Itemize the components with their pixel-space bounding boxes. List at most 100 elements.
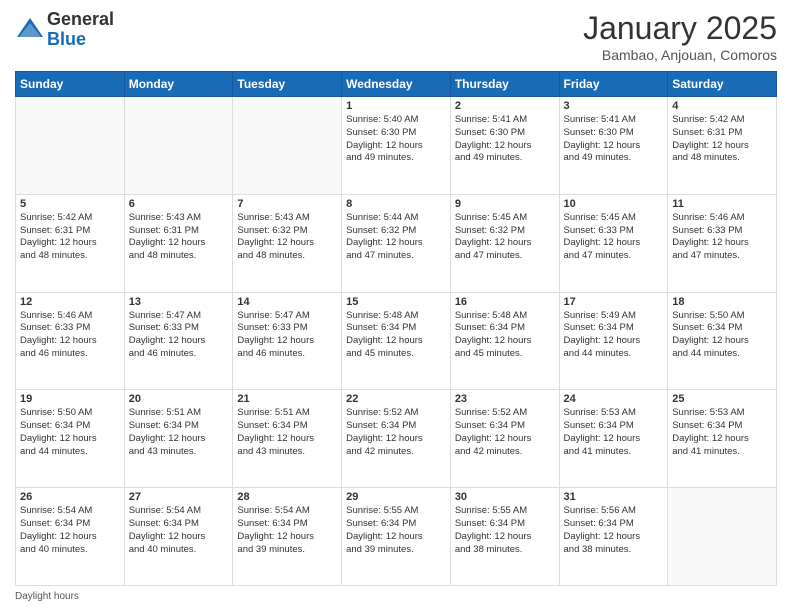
cell-w3-d6: 18 Sunrise: 5:50 AMSunset: 6:34 PMDayligh…: [668, 292, 777, 390]
day-info-8: Sunrise: 5:44 AMSunset: 6:32 PMDaylight:…: [346, 212, 446, 263]
cell-w5-d6: [668, 488, 777, 586]
day-info-13: Sunrise: 5:47 AMSunset: 6:33 PMDaylight:…: [129, 310, 229, 361]
col-friday: Friday: [559, 72, 668, 97]
cell-w2-d3: 8 Sunrise: 5:44 AMSunset: 6:32 PMDaylight…: [342, 194, 451, 292]
day-number-6: 6: [129, 198, 229, 210]
day-info-1: Sunrise: 5:40 AMSunset: 6:30 PMDaylight:…: [346, 114, 446, 165]
col-tuesday: Tuesday: [233, 72, 342, 97]
day-info-5: Sunrise: 5:42 AMSunset: 6:31 PMDaylight:…: [20, 212, 120, 263]
week-row-2: 5 Sunrise: 5:42 AMSunset: 6:31 PMDaylight…: [16, 194, 777, 292]
day-info-24: Sunrise: 5:53 AMSunset: 6:34 PMDaylight:…: [564, 407, 664, 458]
day-number-18: 18: [672, 296, 772, 308]
col-sunday: Sunday: [16, 72, 125, 97]
week-row-1: 1 Sunrise: 5:40 AMSunset: 6:30 PMDaylight…: [16, 97, 777, 195]
day-info-21: Sunrise: 5:51 AMSunset: 6:34 PMDaylight:…: [237, 407, 337, 458]
day-number-24: 24: [564, 393, 664, 405]
day-info-6: Sunrise: 5:43 AMSunset: 6:31 PMDaylight:…: [129, 212, 229, 263]
day-number-10: 10: [564, 198, 664, 210]
day-number-27: 27: [129, 491, 229, 503]
cell-w5-d4: 30Sunrise: 5:55 AMSunset: 6:34 PMDayligh…: [450, 488, 559, 586]
page: General Blue January 2025 Bambao, Anjoua…: [0, 0, 792, 612]
cell-w3-d4: 16Sunrise: 5:48 AMSunset: 6:34 PMDayligh…: [450, 292, 559, 390]
day-number-14: 14: [237, 296, 337, 308]
cell-w2-d6: 11 Sunrise: 5:46 AMSunset: 6:33 PMDayligh…: [668, 194, 777, 292]
logo: General Blue: [15, 10, 114, 50]
header: General Blue January 2025 Bambao, Anjoua…: [15, 10, 777, 63]
cell-w5-d2: 28 Sunrise: 5:54 AMSunset: 6:34 PMDayligh…: [233, 488, 342, 586]
day-info-2: Sunrise: 5:41 AMSunset: 6:30 PMDaylight:…: [455, 114, 555, 165]
col-wednesday: Wednesday: [342, 72, 451, 97]
cell-w4-d1: 20 Sunrise: 5:51 AMSunset: 6:34 PMDayligh…: [124, 390, 233, 488]
cell-w1-d1: [124, 97, 233, 195]
day-number-3: 3: [564, 100, 664, 112]
day-info-20: Sunrise: 5:51 AMSunset: 6:34 PMDaylight:…: [129, 407, 229, 458]
footer: Daylight hours: [15, 591, 777, 602]
cell-w2-d1: 6 Sunrise: 5:43 AMSunset: 6:31 PMDaylight…: [124, 194, 233, 292]
day-number-15: 15: [346, 296, 446, 308]
cell-w4-d3: 22 Sunrise: 5:52 AMSunset: 6:34 PMDayligh…: [342, 390, 451, 488]
cell-w2-d5: 10 Sunrise: 5:45 AMSunset: 6:33 PMDayligh…: [559, 194, 668, 292]
day-number-20: 20: [129, 393, 229, 405]
cell-w4-d0: 19 Sunrise: 5:50 AMSunset: 6:34 PMDayligh…: [16, 390, 125, 488]
day-info-23: Sunrise: 5:52 AMSunset: 6:34 PMDaylight:…: [455, 407, 555, 458]
day-number-19: 19: [20, 393, 120, 405]
day-number-9: 9: [455, 198, 555, 210]
day-info-12: Sunrise: 5:46 AMSunset: 6:33 PMDaylight:…: [20, 310, 120, 361]
day-number-5: 5: [20, 198, 120, 210]
day-number-11: 11: [672, 198, 772, 210]
day-info-31: Sunrise: 5:56 AMSunset: 6:34 PMDaylight:…: [564, 505, 664, 556]
day-number-8: 8: [346, 198, 446, 210]
calendar-table: Sunday Monday Tuesday Wednesday Thursday…: [15, 71, 777, 586]
day-info-11: Sunrise: 5:46 AMSunset: 6:33 PMDaylight:…: [672, 212, 772, 263]
day-info-28: Sunrise: 5:54 AMSunset: 6:34 PMDaylight:…: [237, 505, 337, 556]
day-number-13: 13: [129, 296, 229, 308]
day-info-14: Sunrise: 5:47 AMSunset: 6:33 PMDaylight:…: [237, 310, 337, 361]
logo-blue-text: Blue: [47, 30, 114, 50]
logo-text: General Blue: [47, 10, 114, 50]
title-block: January 2025 Bambao, Anjouan, Comoros: [583, 10, 777, 63]
cell-w4-d2: 21 Sunrise: 5:51 AMSunset: 6:34 PMDayligh…: [233, 390, 342, 488]
day-number-29: 29: [346, 491, 446, 503]
cell-w5-d5: 31 Sunrise: 5:56 AMSunset: 6:34 PMDayligh…: [559, 488, 668, 586]
day-number-16: 16: [455, 296, 555, 308]
day-info-10: Sunrise: 5:45 AMSunset: 6:33 PMDaylight:…: [564, 212, 664, 263]
cell-w1-d2: [233, 97, 342, 195]
week-row-3: 12Sunrise: 5:46 AMSunset: 6:33 PMDayligh…: [16, 292, 777, 390]
day-info-27: Sunrise: 5:54 AMSunset: 6:34 PMDaylight:…: [129, 505, 229, 556]
day-info-4: Sunrise: 5:42 AMSunset: 6:31 PMDaylight:…: [672, 114, 772, 165]
day-info-3: Sunrise: 5:41 AMSunset: 6:30 PMDaylight:…: [564, 114, 664, 165]
cell-w2-d4: 9Sunrise: 5:45 AMSunset: 6:32 PMDaylight…: [450, 194, 559, 292]
cell-w2-d2: 7Sunrise: 5:43 AMSunset: 6:32 PMDaylight…: [233, 194, 342, 292]
day-number-31: 31: [564, 491, 664, 503]
day-number-7: 7: [237, 198, 337, 210]
col-thursday: Thursday: [450, 72, 559, 97]
day-number-4: 4: [672, 100, 772, 112]
cell-w2-d0: 5 Sunrise: 5:42 AMSunset: 6:31 PMDaylight…: [16, 194, 125, 292]
cell-w1-d5: 3 Sunrise: 5:41 AMSunset: 6:30 PMDaylight…: [559, 97, 668, 195]
day-info-18: Sunrise: 5:50 AMSunset: 6:34 PMDaylight:…: [672, 310, 772, 361]
calendar-header-row: Sunday Monday Tuesday Wednesday Thursday…: [16, 72, 777, 97]
day-number-2: 2: [455, 100, 555, 112]
day-number-21: 21: [237, 393, 337, 405]
logo-general-text: General: [47, 10, 114, 30]
day-number-22: 22: [346, 393, 446, 405]
calendar-body: 1 Sunrise: 5:40 AMSunset: 6:30 PMDaylight…: [16, 97, 777, 586]
cell-w4-d5: 24 Sunrise: 5:53 AMSunset: 6:34 PMDayligh…: [559, 390, 668, 488]
day-info-15: Sunrise: 5:48 AMSunset: 6:34 PMDaylight:…: [346, 310, 446, 361]
day-number-28: 28: [237, 491, 337, 503]
cell-w5-d0: 26Sunrise: 5:54 AMSunset: 6:34 PMDayligh…: [16, 488, 125, 586]
day-number-1: 1: [346, 100, 446, 112]
day-info-19: Sunrise: 5:50 AMSunset: 6:34 PMDaylight:…: [20, 407, 120, 458]
day-info-29: Sunrise: 5:55 AMSunset: 6:34 PMDaylight:…: [346, 505, 446, 556]
logo-icon: [15, 15, 45, 45]
main-title: January 2025: [583, 10, 777, 47]
col-monday: Monday: [124, 72, 233, 97]
cell-w5-d1: 27 Sunrise: 5:54 AMSunset: 6:34 PMDayligh…: [124, 488, 233, 586]
day-info-25: Sunrise: 5:53 AMSunset: 6:34 PMDaylight:…: [672, 407, 772, 458]
cell-w4-d4: 23Sunrise: 5:52 AMSunset: 6:34 PMDayligh…: [450, 390, 559, 488]
day-info-22: Sunrise: 5:52 AMSunset: 6:34 PMDaylight:…: [346, 407, 446, 458]
day-number-30: 30: [455, 491, 555, 503]
day-number-17: 17: [564, 296, 664, 308]
week-row-4: 19 Sunrise: 5:50 AMSunset: 6:34 PMDayligh…: [16, 390, 777, 488]
week-row-5: 26Sunrise: 5:54 AMSunset: 6:34 PMDayligh…: [16, 488, 777, 586]
